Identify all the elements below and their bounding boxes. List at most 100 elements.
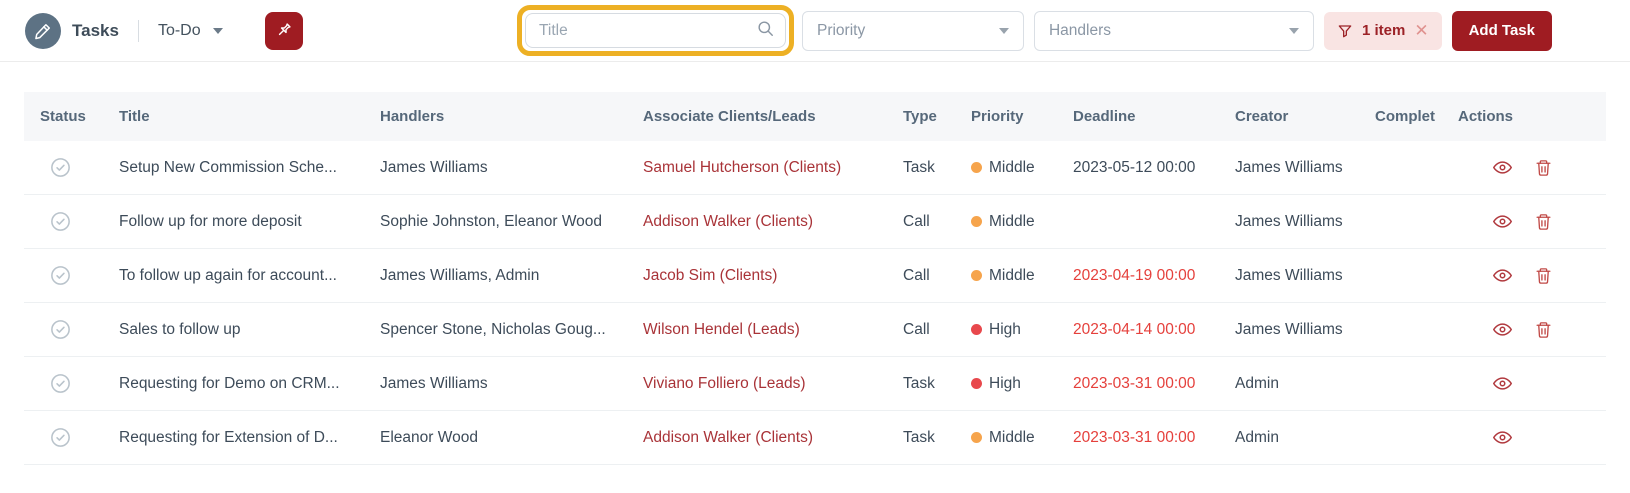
column-header-type: Type xyxy=(903,108,937,125)
delete-task-button[interactable] xyxy=(1534,212,1553,232)
table-row: Requesting for Extension of D... Eleanor… xyxy=(24,411,1606,465)
task-handlers: James Williams xyxy=(380,158,488,176)
task-type: Call xyxy=(903,320,930,338)
column-header-deadline: Deadline xyxy=(1073,108,1136,125)
task-deadline: 2023-04-14 00:00 xyxy=(1073,320,1196,338)
task-handlers: James Williams xyxy=(380,374,488,392)
pin-button[interactable] xyxy=(264,11,303,50)
task-associate-link[interactable]: Viviano Folliero (Leads) xyxy=(643,375,903,393)
topbar: Tasks To-Do Priority Handlers xyxy=(0,0,1630,62)
table-row: Setup New Commission Sche... James Willi… xyxy=(24,141,1606,195)
add-task-button[interactable]: Add Task xyxy=(1451,10,1552,51)
column-header-priority: Priority xyxy=(971,108,1024,125)
handlers-filter-select[interactable]: Handlers xyxy=(1033,10,1314,51)
priority-dot xyxy=(971,270,982,281)
eye-icon xyxy=(1493,161,1512,174)
clear-filter-icon[interactable]: ✕ xyxy=(1414,22,1428,39)
task-creator: James Williams xyxy=(1235,320,1343,338)
view-task-button[interactable] xyxy=(1492,157,1513,178)
trash-icon xyxy=(1536,321,1551,338)
task-associate-link[interactable]: Addison Walker (Clients) xyxy=(643,429,903,447)
eye-icon xyxy=(1493,215,1512,228)
task-creator: Admin xyxy=(1235,374,1279,392)
view-dropdown-label: To-Do xyxy=(157,21,201,39)
mark-done-button[interactable] xyxy=(49,426,72,449)
priority-filter-select[interactable]: Priority xyxy=(801,10,1024,51)
view-task-button[interactable] xyxy=(1492,211,1513,232)
view-task-button[interactable] xyxy=(1492,319,1513,340)
priority-label: High xyxy=(989,320,1021,338)
check-circle-icon xyxy=(51,320,70,339)
task-handlers: Sophie Johnston, Eleanor Wood xyxy=(380,212,603,230)
task-type: Task xyxy=(903,158,935,176)
mark-done-button[interactable] xyxy=(49,210,72,233)
mark-done-button[interactable] xyxy=(49,372,72,395)
table-row: Follow up for more deposit Sophie Johnst… xyxy=(24,195,1606,249)
tasks-table: Status Title Handlers Associate Clients/… xyxy=(24,92,1606,465)
filter-count-label: 1 item xyxy=(1361,22,1406,39)
check-circle-icon xyxy=(51,428,70,447)
priority-label: Middle xyxy=(989,158,1035,176)
task-deadline: 2023-05-12 00:00 xyxy=(1073,158,1196,176)
task-associate-link[interactable]: Samuel Hutcherson (Clients) xyxy=(643,159,903,177)
pin-icon xyxy=(279,23,291,36)
task-associate-link[interactable]: Jacob Sim (Clients) xyxy=(643,267,903,285)
delete-task-button[interactable] xyxy=(1534,266,1553,286)
table-body: Setup New Commission Sche... James Willi… xyxy=(24,141,1606,465)
trash-icon xyxy=(1536,213,1551,230)
task-deadline: 2023-03-31 00:00 xyxy=(1073,428,1196,446)
column-header-title: Title xyxy=(119,108,150,125)
task-title: Requesting for Demo on CRM... xyxy=(119,374,340,392)
column-header-status: Status xyxy=(40,108,86,125)
view-dropdown[interactable]: To-Do xyxy=(158,22,223,40)
eye-icon xyxy=(1493,269,1512,282)
check-circle-icon xyxy=(51,266,70,285)
task-creator: James Williams xyxy=(1235,212,1343,230)
column-header-handlers: Handlers xyxy=(380,108,445,125)
mark-done-button[interactable] xyxy=(49,318,72,341)
task-type: Task xyxy=(903,374,935,392)
chevron-down-icon xyxy=(998,27,1009,34)
task-title: Requesting for Extension of D... xyxy=(119,428,338,446)
priority-label: Middle xyxy=(989,266,1035,284)
table-row: Sales to follow up Spencer Stone, Nichol… xyxy=(24,303,1606,357)
priority-label: Middle xyxy=(989,212,1035,230)
title-search-input[interactable] xyxy=(524,13,786,48)
tasks-logo-icon xyxy=(25,12,61,49)
view-task-button[interactable] xyxy=(1492,265,1513,286)
task-deadline: 2023-03-31 00:00 xyxy=(1073,374,1196,392)
table-header-row: Status Title Handlers Associate Clients/… xyxy=(24,92,1606,141)
priority-dot xyxy=(971,378,982,389)
mark-done-button[interactable] xyxy=(49,156,72,179)
filter-icon xyxy=(1338,24,1352,37)
search-highlight-ring xyxy=(516,5,794,56)
table-row: To follow up again for account... James … xyxy=(24,249,1606,303)
task-type: Call xyxy=(903,266,930,284)
priority-label: High xyxy=(989,374,1021,392)
check-circle-icon xyxy=(51,212,70,231)
handlers-filter-label: Handlers xyxy=(1048,21,1112,39)
view-task-button[interactable] xyxy=(1492,373,1513,394)
task-deadline: 2023-04-19 00:00 xyxy=(1073,266,1196,284)
task-handlers: Spencer Stone, Nicholas Goug... xyxy=(380,320,606,338)
task-associate-link[interactable]: Addison Walker (Clients) xyxy=(643,213,903,231)
priority-dot xyxy=(971,324,982,335)
table-row: Requesting for Demo on CRM... James Will… xyxy=(24,357,1606,411)
priority-dot xyxy=(971,162,982,173)
task-type: Task xyxy=(903,428,935,446)
check-circle-icon xyxy=(51,374,70,393)
column-header-associate: Associate Clients/Leads xyxy=(643,108,816,125)
column-header-actions: Actions xyxy=(1458,108,1514,125)
trash-icon xyxy=(1536,267,1551,284)
task-associate-link[interactable]: Wilson Hendel (Leads) xyxy=(643,321,903,339)
task-title: Setup New Commission Sche... xyxy=(119,158,337,176)
task-title: Follow up for more deposit xyxy=(119,212,302,230)
task-creator: James Williams xyxy=(1235,158,1343,176)
task-title: Sales to follow up xyxy=(119,320,241,338)
mark-done-button[interactable] xyxy=(49,264,72,287)
page-title: Tasks xyxy=(72,20,119,40)
delete-task-button[interactable] xyxy=(1534,320,1553,340)
view-task-button[interactable] xyxy=(1492,427,1513,448)
priority-dot xyxy=(971,216,982,227)
delete-task-button[interactable] xyxy=(1534,158,1553,178)
